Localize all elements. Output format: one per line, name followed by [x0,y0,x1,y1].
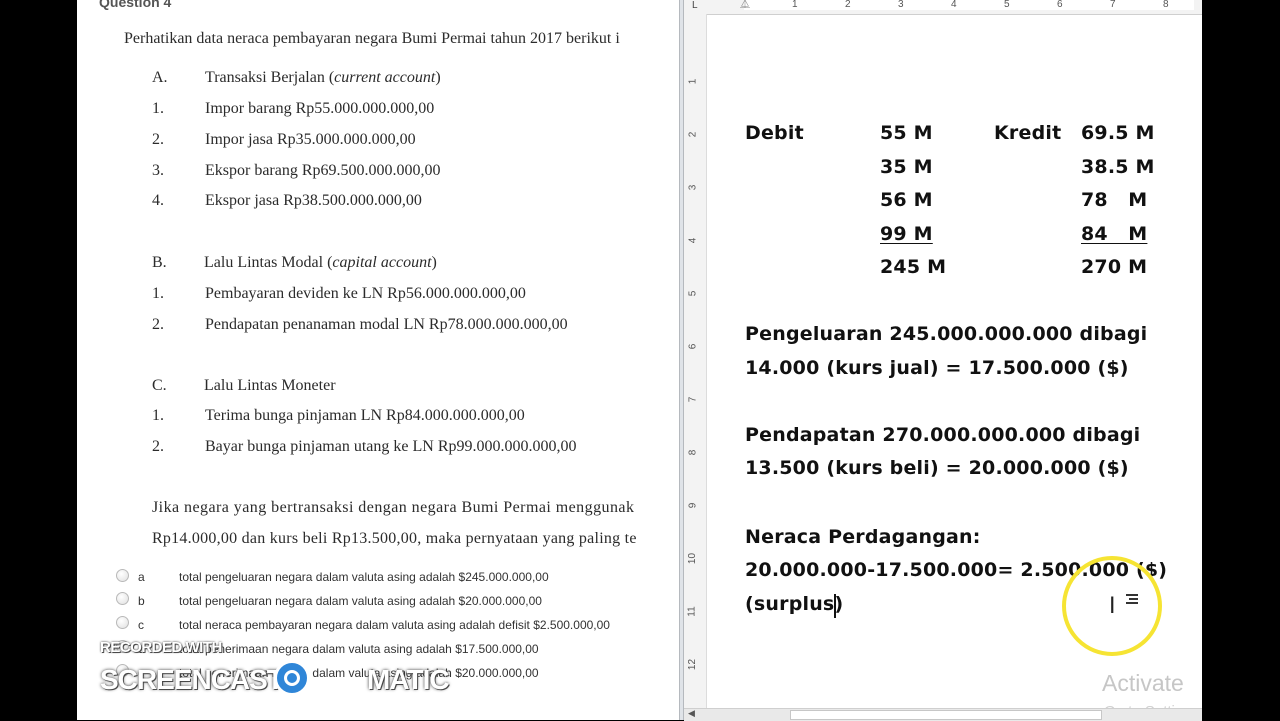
item-num: 1. [152,100,164,117]
section-a-letter: A. [152,69,168,86]
list-item: Pembayaran deviden ke LN Rp56.000.000.00… [205,285,526,302]
question-stem-line1: Jika negara yang bertransaksi dengan neg… [152,499,635,516]
section-b-title: Lalu Lintas Modal [204,254,324,271]
list-item: Ekspor jasa Rp38.500.000.000,00 [205,192,422,209]
debit-value: 99 M [880,223,933,245]
kredit-value: 38.5 M [1081,156,1155,178]
option-d-text[interactable]: total penerimaan negara dalam valuta asi… [179,642,539,656]
ruler-number: 3 [687,184,699,191]
option-c-letter: c [138,618,144,632]
ruler-number: 8 [1163,0,1169,10]
item-num: 1. [152,407,164,424]
list-item: Impor jasa Rp35.000.000.000,00 [205,131,416,148]
section-a-subtitle: current account [334,69,436,86]
option-b-text[interactable]: total pengeluaran negara dalam valuta as… [179,594,542,608]
section-a-heading: Transaksi Berjalan (current account) [205,69,441,86]
option-a-radio[interactable] [116,569,129,582]
debit-label: Debit [745,122,804,144]
ruler-number: 9 [687,502,699,509]
question-stem-line2: Rp14.000,00 dan kurs beli Rp13.500,00, m… [152,530,637,547]
list-item: Bayar bunga pinjaman utang ke LN Rp99.00… [205,438,577,455]
neraca-result: (surplus) [745,593,844,615]
watermark-screencast: SCREENCAST [100,664,284,695]
ruler-number: 5 [1004,0,1010,10]
list-item: Terima bunga pinjaman LN Rp84.000.000.00… [205,407,525,424]
debit-value: 56 M [880,189,933,211]
option-a-letter: a [138,570,145,584]
watermark-recorded-with: RECORDED WITH [100,639,222,656]
kredit-value: 78 M [1081,189,1148,211]
item-num: 2. [152,438,164,455]
horizontal-ruler[interactable]: L ⏅ 1 2 3 4 5 6 7 8 [684,0,1202,15]
ruler-number: 12 [687,658,699,671]
pendapatan-line2: 13.500 (kurs beli) = 20.000.000 ($) [745,457,1129,479]
ruler-number: 5 [687,290,699,297]
item-num: 3. [152,162,164,179]
item-num: 1. [152,285,164,302]
ruler-number: 2 [687,131,699,138]
ruler-number: 8 [687,449,699,456]
ruler-number: 10 [687,552,699,565]
list-item: Ekspor barang Rp69.500.000.000,00 [205,162,441,179]
question-intro: Perhatikan data neraca pembayaran negara… [124,30,620,47]
ruler-number: 1 [792,0,798,10]
debit-value: 55 M [880,122,933,144]
option-a-text[interactable]: total pengeluaran negara dalam valuta as… [179,570,549,584]
neraca-heading: Neraca Perdagangan: [745,526,981,548]
ruler-number: 6 [1057,0,1063,10]
vertical-ruler[interactable]: 1 2 3 4 5 6 7 8 9 10 11 12 [684,14,707,708]
ruler-number: 7 [1110,0,1116,10]
question-title: Question 4 [99,0,172,10]
list-item: Pendapatan penanaman modal LN Rp78.000.0… [205,316,568,333]
item-num: 2. [152,316,164,333]
debit-value: 35 M [880,156,933,178]
section-c-title: Lalu Lintas Moneter [204,377,336,394]
tab-stop-icon[interactable]: L [692,0,698,11]
activate-windows-text: Activate [1102,670,1184,696]
watermark-matic: MATIC [367,664,450,695]
ruler-number: 1 [687,78,699,85]
section-c-letter: C. [152,377,167,394]
section-b-letter: B. [152,254,167,271]
section-b-heading: Lalu Lintas Modal (capital account) [204,254,437,271]
list-item: Impor barang Rp55.000.000.000,00 [205,100,435,117]
indent-marker-icon[interactable]: ⏅ [740,0,750,10]
ruler-number: 4 [951,0,957,10]
section-b-subtitle: capital account [332,254,432,271]
ruler-number: 7 [687,396,699,403]
kredit-value: 84 M [1081,223,1148,245]
scroll-left-icon[interactable]: ◀ [688,709,695,719]
option-c-text[interactable]: total neraca pembayaran negara dalam val… [179,618,610,632]
ruler-number: 11 [686,606,698,617]
ruler-number: 4 [687,237,699,244]
section-a-title: Transaksi Berjalan [205,69,325,86]
scrollbar-thumb[interactable] [790,710,1102,720]
question-panel: Question 4 Perhatikan data neraca pembay… [77,0,679,720]
ruler-number: 2 [845,0,851,10]
option-c-radio[interactable] [116,616,129,629]
pengeluaran-line2: 14.000 (kurs jual) = 17.500.000 ($) [745,357,1129,379]
item-num: 2. [152,131,164,148]
kredit-value: 69.5 M [1081,122,1155,144]
debit-total: 245 M [880,256,947,278]
ruler-number: 3 [898,0,904,10]
pengeluaran-line1: Pengeluaran 245.000.000.000 dibagi [745,323,1148,345]
option-b-letter: b [138,594,145,608]
option-b-radio[interactable] [116,592,129,605]
kredit-label: Kredit [994,122,1062,144]
item-num: 4. [152,192,164,209]
paragraph-format-icon [1126,594,1138,604]
text-caret [834,594,836,618]
ruler-number: 6 [687,343,699,350]
ibeam-cursor-icon: I [1109,594,1116,619]
kredit-total: 270 M [1081,256,1148,278]
pendapatan-line1: Pendapatan 270.000.000.000 dibagi [745,424,1141,446]
screencast-logo-icon [274,660,310,696]
